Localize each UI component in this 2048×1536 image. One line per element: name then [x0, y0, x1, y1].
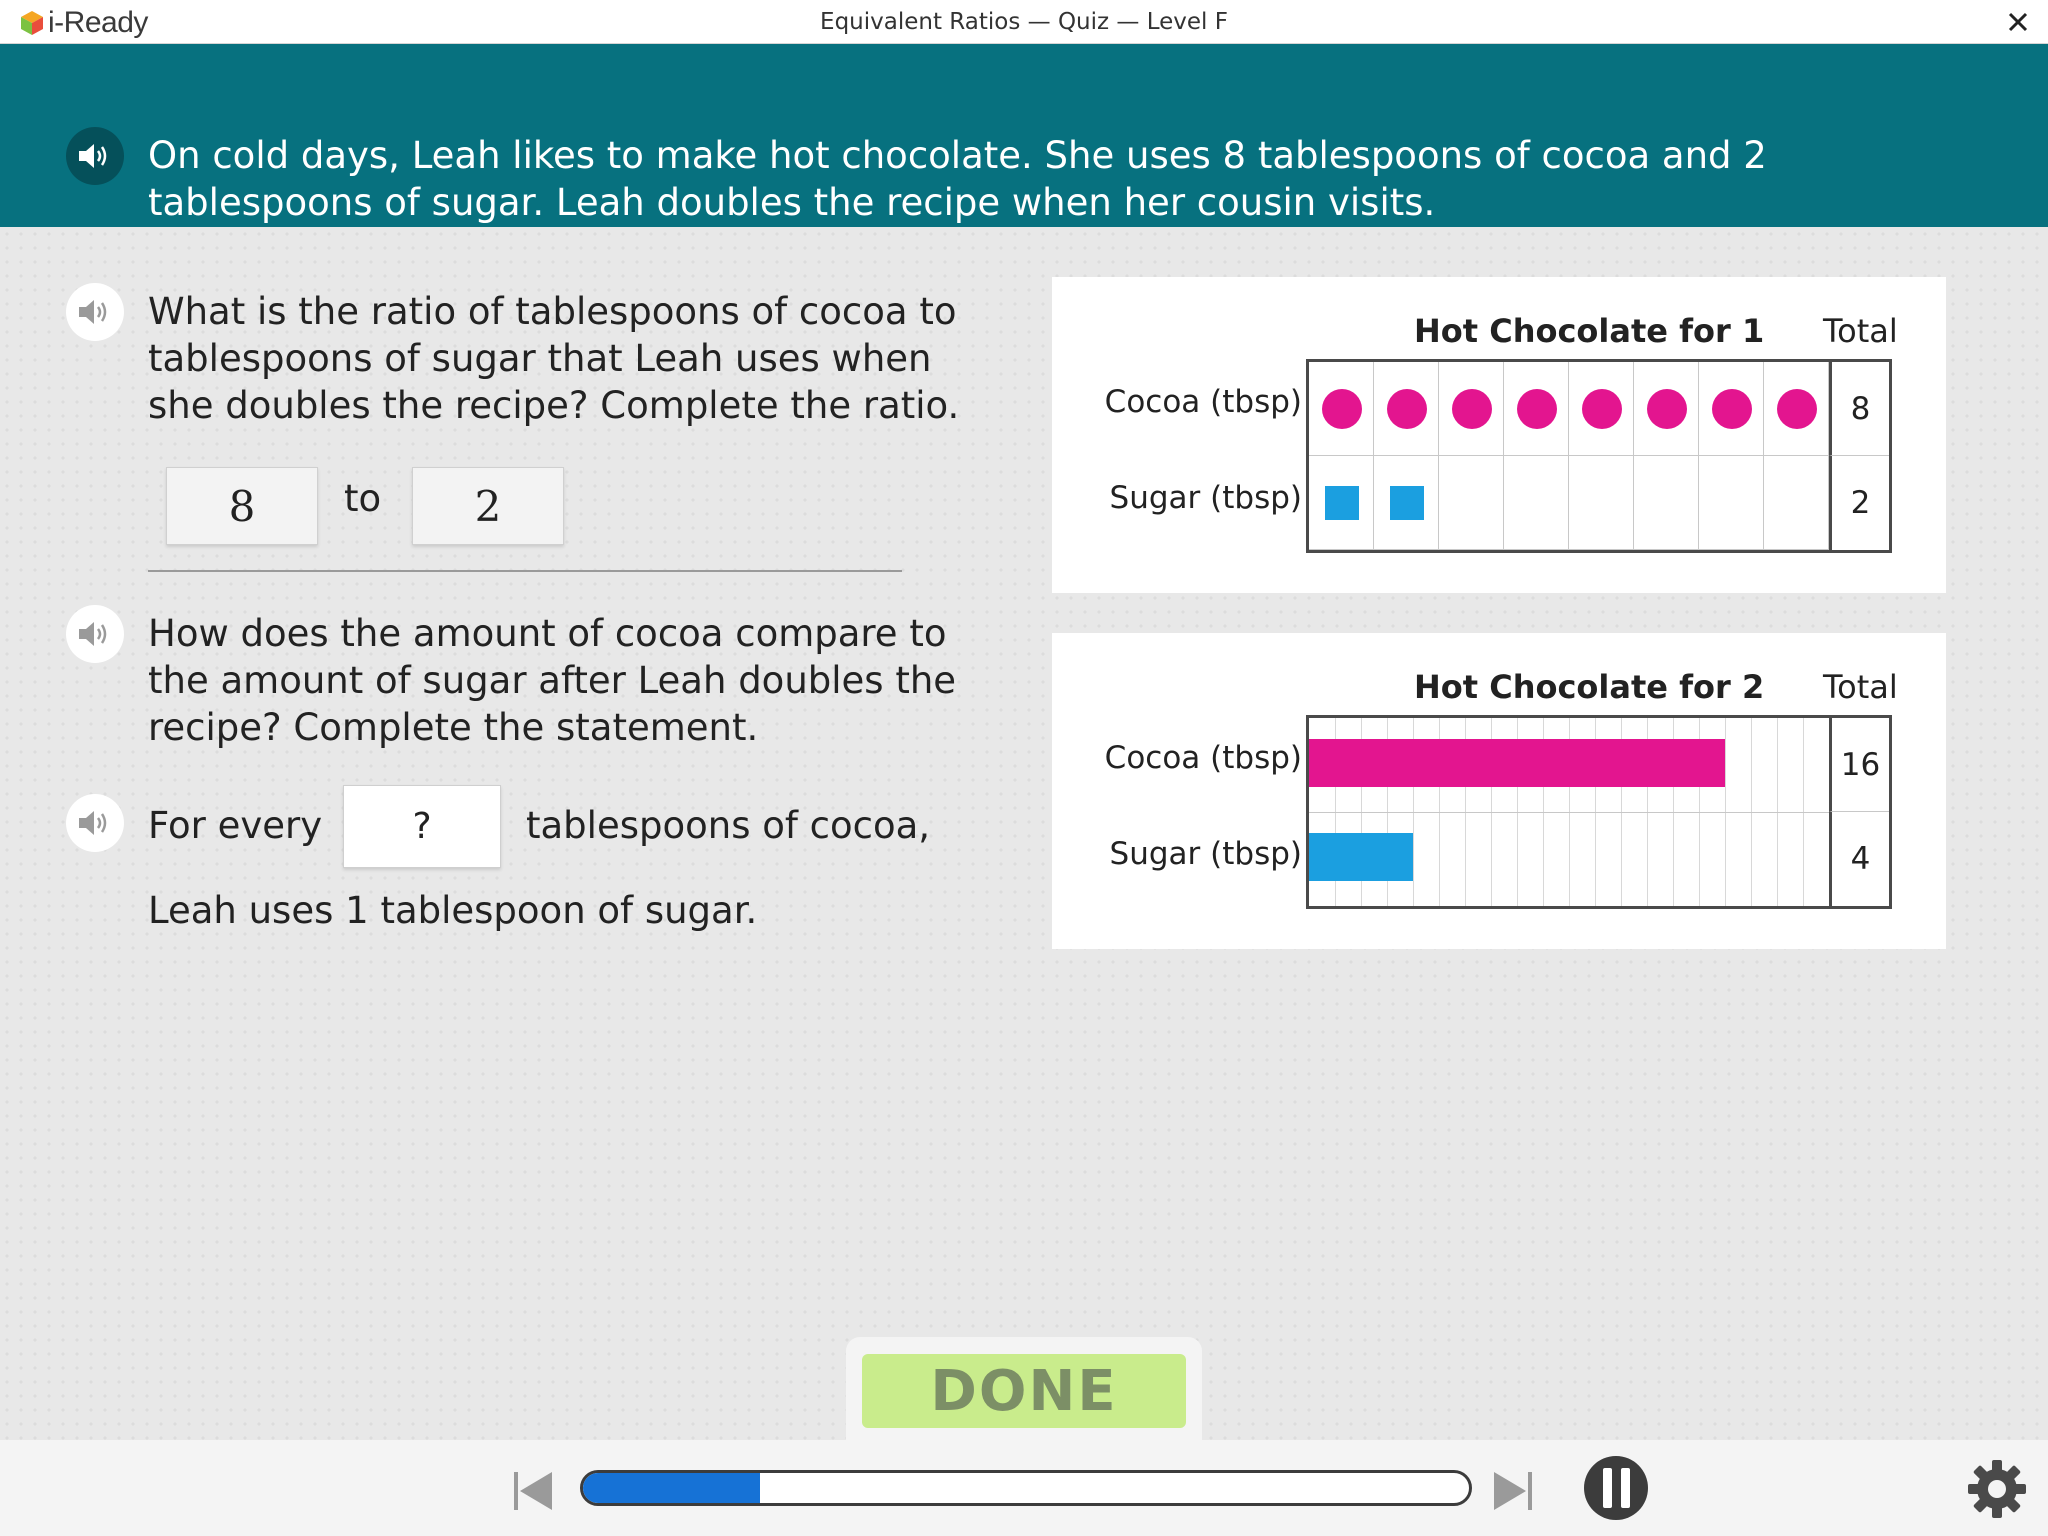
cocoa-unit-mark [1646, 389, 1687, 429]
chart2-total-value: 16 [1829, 718, 1889, 812]
chart1-cell [1439, 456, 1504, 550]
chart1-cell [1504, 456, 1569, 550]
title-bar: i-Ready Equivalent Ratios — Quiz — Level… [0, 0, 2048, 44]
chart2-total-value: 4 [1829, 812, 1889, 906]
cocoa-unit-mark [1516, 389, 1557, 429]
problem-text: On cold days, Leah likes to make hot cho… [148, 134, 1767, 224]
cocoa-answer-input[interactable]: ? [343, 785, 501, 868]
statement-line2: Leah uses 1 tablespoon of sugar. [148, 889, 758, 932]
speaker-icon [79, 300, 107, 324]
cocoa-unit-mark [1321, 389, 1362, 429]
speaker-icon [79, 811, 107, 835]
question2-audio-button[interactable] [66, 605, 124, 663]
skip-forward-icon[interactable] [1490, 1468, 1536, 1514]
statement-suffix: tablespoons of cocoa, [526, 804, 931, 847]
tape-diagram-for-2: Hot Chocolate for 2 Total Cocoa (tbsp) S… [1052, 633, 1946, 949]
bottom-bar [0, 1440, 2048, 1536]
problem-banner: On cold days, Leah likes to make hot cho… [0, 44, 2048, 227]
chart1-cocoa-label: Cocoa (tbsp) [1104, 384, 1302, 420]
question-area: What is the ratio of tablespoons of coco… [0, 227, 2048, 1440]
cocoa-unit-mark [1386, 389, 1427, 429]
question2-line: the amount of sugar after Leah doubles t… [148, 659, 957, 702]
chart2-total-header: Total [1823, 668, 1898, 706]
banner-audio-button[interactable] [66, 127, 124, 185]
chart1-cell [1634, 456, 1699, 550]
ratio-to-label: to [344, 477, 382, 520]
question1-line: tablespoons of sugar that Leah uses when [148, 337, 932, 380]
sugar-bar [1309, 833, 1413, 881]
sugar-unit-mark [1389, 486, 1424, 520]
question1-text: What is the ratio of tablespoons of coco… [148, 288, 959, 429]
pause-icon [1602, 1468, 1612, 1508]
pause-button[interactable] [1584, 1456, 1648, 1520]
question-divider [148, 570, 902, 572]
cocoa-unit-mark [1776, 389, 1817, 429]
statement-prefix: For every [148, 804, 323, 847]
sugar-unit-mark [1324, 486, 1359, 520]
progress-fill [583, 1473, 761, 1503]
chart1-cell [1569, 456, 1634, 550]
cocoa-bar [1309, 739, 1725, 787]
skip-back-icon[interactable] [510, 1468, 556, 1514]
cocoa-unit-mark [1711, 389, 1752, 429]
ratio-sugar-input[interactable]: 2 [412, 467, 564, 545]
chart1-sugar-label: Sugar (tbsp) [1109, 480, 1302, 516]
close-icon[interactable] [2002, 6, 2034, 38]
cocoa-unit-mark [1451, 389, 1492, 429]
chart2-sugar-label: Sugar (tbsp) [1109, 836, 1302, 872]
chart1-cell [1699, 456, 1764, 550]
progress-bar [580, 1470, 1472, 1506]
chart1-total-header: Total [1823, 312, 1898, 350]
statement-audio-button[interactable] [66, 794, 124, 852]
question1-audio-button[interactable] [66, 283, 124, 341]
question2-text: How does the amount of cocoa compare to … [148, 610, 956, 751]
tape-diagram-for-1: Hot Chocolate for 1 Total Cocoa (tbsp) S… [1052, 277, 1946, 593]
gear-icon[interactable] [1964, 1456, 2030, 1522]
question1-line: she doubles the recipe? Complete the rat… [148, 384, 960, 427]
chart1-title: Hot Chocolate for 1 [1414, 312, 1765, 350]
chart1-grid: 82 [1306, 359, 1892, 553]
chart1-total-value: 2 [1829, 456, 1889, 550]
chart1-cell [1764, 456, 1829, 550]
chart1-total-value: 8 [1829, 362, 1889, 456]
question2-line: recipe? Complete the statement. [148, 706, 759, 749]
speaker-icon [79, 144, 107, 168]
chart2-grid: 16 4 [1306, 715, 1892, 909]
done-button[interactable]: DONE [862, 1354, 1186, 1428]
question1-line: What is the ratio of tablespoons of coco… [148, 290, 957, 333]
cocoa-unit-mark [1581, 389, 1622, 429]
window-title: Equivalent Ratios — Quiz — Level F [820, 9, 1228, 35]
chart2-title: Hot Chocolate for 2 [1414, 668, 1765, 706]
question2-line: How does the amount of cocoa compare to [148, 612, 947, 655]
ratio-cocoa-input[interactable]: 8 [166, 467, 318, 545]
chart2-cocoa-label: Cocoa (tbsp) [1104, 740, 1302, 776]
chart2-row-divider [1309, 812, 1889, 813]
speaker-icon [79, 622, 107, 646]
